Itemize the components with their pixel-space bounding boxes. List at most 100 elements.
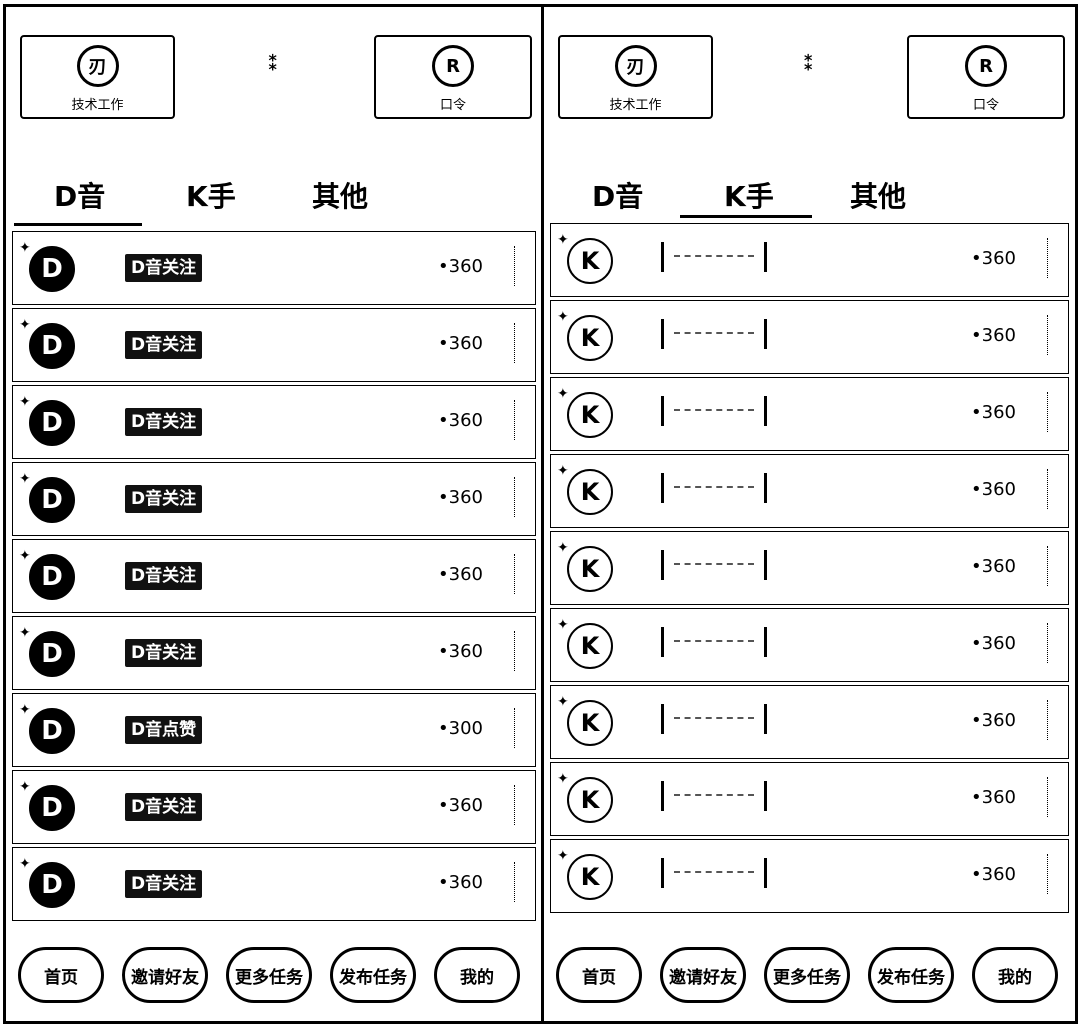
r-badge-icon: R [432,45,474,87]
douyin-logo-icon: D [29,323,75,369]
nav-me-button[interactable]: 我的 [972,947,1058,1003]
feature-card-label: 技术工作 [71,98,124,113]
task-type-badge [661,242,767,272]
kuaishou-logo-icon: K [567,469,613,515]
bottom-nav: 首页 邀请好友 更多任务 发布任务 我的 [556,947,1063,1009]
task-type-badge: D音关注 [125,485,203,513]
feature-card-label: 口令 [972,98,999,113]
kuaishou-logo-icon: K [567,623,613,669]
grid-dots-icon[interactable]: ⁑ [268,51,280,75]
feature-card-tech[interactable]: 刃 技术工作 [20,35,175,119]
row-divider [1047,238,1050,278]
nav-invite-button[interactable]: 邀请好友 [122,947,208,1003]
nav-invite-button[interactable]: 邀请好友 [660,947,746,1003]
task-row[interactable]: ✦ D D音关注 •360 [12,462,536,536]
sparkle-icon: ✦ [557,386,569,402]
task-reward: •360 [971,402,1016,423]
task-row[interactable]: ✦ K •360 [550,608,1069,682]
nav-home-button[interactable]: 首页 [18,947,104,1003]
task-type-badge: D音关注 [125,408,203,436]
task-row[interactable]: ✦ D D音关注 •360 [12,770,536,844]
task-row[interactable]: ✦ K •360 [550,762,1069,836]
top-feature-cards: 刃 技术工作 ⁑ R 口令 [554,31,1065,126]
sparkle-icon: ✦ [557,848,569,864]
douyin-logo-icon: D [29,785,75,831]
douyin-logo-icon: D [29,477,75,523]
task-reward: •360 [438,256,483,277]
task-row[interactable]: ✦ D D音关注 •360 [12,539,536,613]
task-row[interactable]: ✦ D D音点赞 •300 [12,693,536,767]
row-divider [514,862,517,902]
task-reward: •360 [971,556,1016,577]
sparkle-icon: ✦ [557,771,569,787]
task-type-badge [661,550,767,580]
sparkle-icon: ✦ [19,702,31,718]
nav-more-tasks-button[interactable]: 更多任务 [764,947,850,1003]
bottom-nav: 首页 邀请好友 更多任务 发布任务 我的 [18,947,530,1009]
r-badge-icon: R [965,45,1007,87]
task-reward: •360 [438,333,483,354]
tab-kuaishou[interactable]: K手 [186,175,236,215]
feature-card-code[interactable]: R 口令 [374,35,532,119]
task-row[interactable]: ✦ K •360 [550,223,1069,297]
tab-douyin[interactable]: D音 [54,175,105,215]
task-row[interactable]: ✦ K •360 [550,531,1069,605]
sparkle-icon: ✦ [19,240,31,256]
row-divider [514,323,517,363]
sparkle-icon: ✦ [19,471,31,487]
tab-other[interactable]: 其他 [312,175,368,215]
tab-douyin[interactable]: D音 [592,175,643,215]
sparkle-icon: ✦ [19,856,31,872]
douyin-logo-icon: D [29,554,75,600]
task-reward: •360 [971,787,1016,808]
task-type-badge: D音关注 [125,331,203,359]
grid-dots-icon[interactable]: ⁑ [803,51,815,75]
row-divider [1047,700,1050,740]
task-row[interactable]: ✦ D D音关注 •360 [12,847,536,921]
task-type-badge [661,704,767,734]
nav-me-button[interactable]: 我的 [434,947,520,1003]
task-row[interactable]: ✦ D D音关注 •360 [12,616,536,690]
sparkle-icon: ✦ [557,463,569,479]
nav-publish-button[interactable]: 发布任务 [868,947,954,1003]
task-reward: •300 [438,718,483,739]
task-type-badge [661,473,767,503]
task-row[interactable]: ✦ K •360 [550,300,1069,374]
left-phone-panel: 刃 技术工作 ⁑ R 口令 D音 K手 其他 ✦ D D音关注 •360 ✦ D D音关注 •… [3,4,545,1024]
task-row[interactable]: ✦ D D音关注 •360 [12,231,536,305]
kuaishou-logo-icon: K [567,777,613,823]
active-tab-underline [14,223,142,226]
kuaishou-logo-icon: K [567,315,613,361]
task-row[interactable]: ✦ K •360 [550,454,1069,528]
task-type-badge: D音关注 [125,793,203,821]
task-row[interactable]: ✦ K •360 [550,839,1069,913]
kuaishou-logo-icon: K [567,392,613,438]
task-row[interactable]: ✦ D D音关注 •360 [12,308,536,382]
task-row[interactable]: ✦ K •360 [550,685,1069,759]
row-divider [514,477,517,517]
row-divider [514,708,517,748]
kuaishou-logo-icon: K [567,854,613,900]
task-reward: •360 [971,325,1016,346]
task-reward: •360 [971,633,1016,654]
row-divider [1047,777,1050,817]
feature-card-label: 技术工作 [609,98,662,113]
feature-card-tech[interactable]: 刃 技术工作 [558,35,713,119]
task-reward: •360 [971,479,1016,500]
douyin-logo-icon: D [29,631,75,677]
task-type-badge: D音点赞 [125,716,203,744]
nav-home-button[interactable]: 首页 [556,947,642,1003]
right-phone-panel: 刃 技术工作 ⁑ R 口令 D音 K手 其他 ✦ K •360 ✦ K •360 ✦ K •36… [541,4,1078,1024]
tab-kuaishou[interactable]: K手 [724,175,774,215]
nav-publish-button[interactable]: 发布任务 [330,947,416,1003]
feature-card-code[interactable]: R 口令 [907,35,1065,119]
task-reward: •360 [438,872,483,893]
tab-other[interactable]: 其他 [850,175,906,215]
task-row[interactable]: ✦ D D音关注 •360 [12,385,536,459]
douyin-logo-icon: D [29,246,75,292]
nav-more-tasks-button[interactable]: 更多任务 [226,947,312,1003]
task-type-badge [661,781,767,811]
kuaishou-logo-icon: K [567,546,613,592]
sparkle-icon: ✦ [557,540,569,556]
task-row[interactable]: ✦ K •360 [550,377,1069,451]
